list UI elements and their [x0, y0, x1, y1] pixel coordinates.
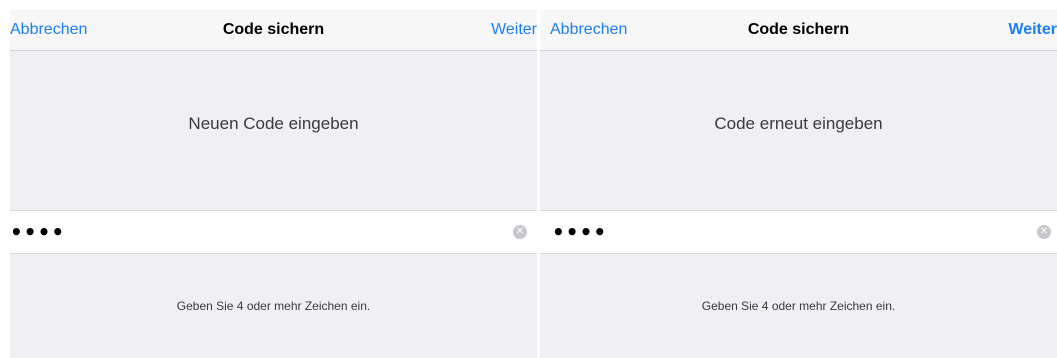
screenshot-stage: Abbrechen Code sichern Weiter Neuen Code… [0, 0, 1057, 358]
passcode-field[interactable]: •••• ✕ [540, 210, 1057, 254]
clear-icon[interactable]: ✕ [513, 225, 527, 239]
passcode-prompt: Neuen Code eingeben [188, 114, 359, 133]
next-button[interactable]: Weiter [491, 10, 537, 50]
passcode-prompt: Code erneut eingeben [714, 114, 883, 133]
passcode-dots: •••• [552, 220, 608, 244]
passcode-screen-confirm: Abbrechen Code sichern Weiter Code erneu… [540, 10, 1057, 358]
next-button[interactable]: Weiter [1008, 10, 1057, 50]
clear-icon[interactable]: ✕ [1037, 225, 1051, 239]
passcode-hint: Geben Sie 4 oder mehr Zeichen ein. [701, 299, 896, 313]
nav-title: Code sichern [222, 21, 325, 38]
passcode-screen-new: Abbrechen Code sichern Weiter Neuen Code… [10, 10, 537, 358]
passcode-field[interactable]: •••• ✕ [10, 210, 537, 254]
passcode-dots: •••• [10, 220, 66, 244]
passcode-hint: Geben Sie 4 oder mehr Zeichen ein. [176, 299, 371, 313]
navigation-bar: Abbrechen Code sichern Weiter [10, 10, 537, 51]
nav-title: Code sichern [747, 21, 850, 38]
navigation-bar: Abbrechen Code sichern Weiter [540, 10, 1057, 51]
